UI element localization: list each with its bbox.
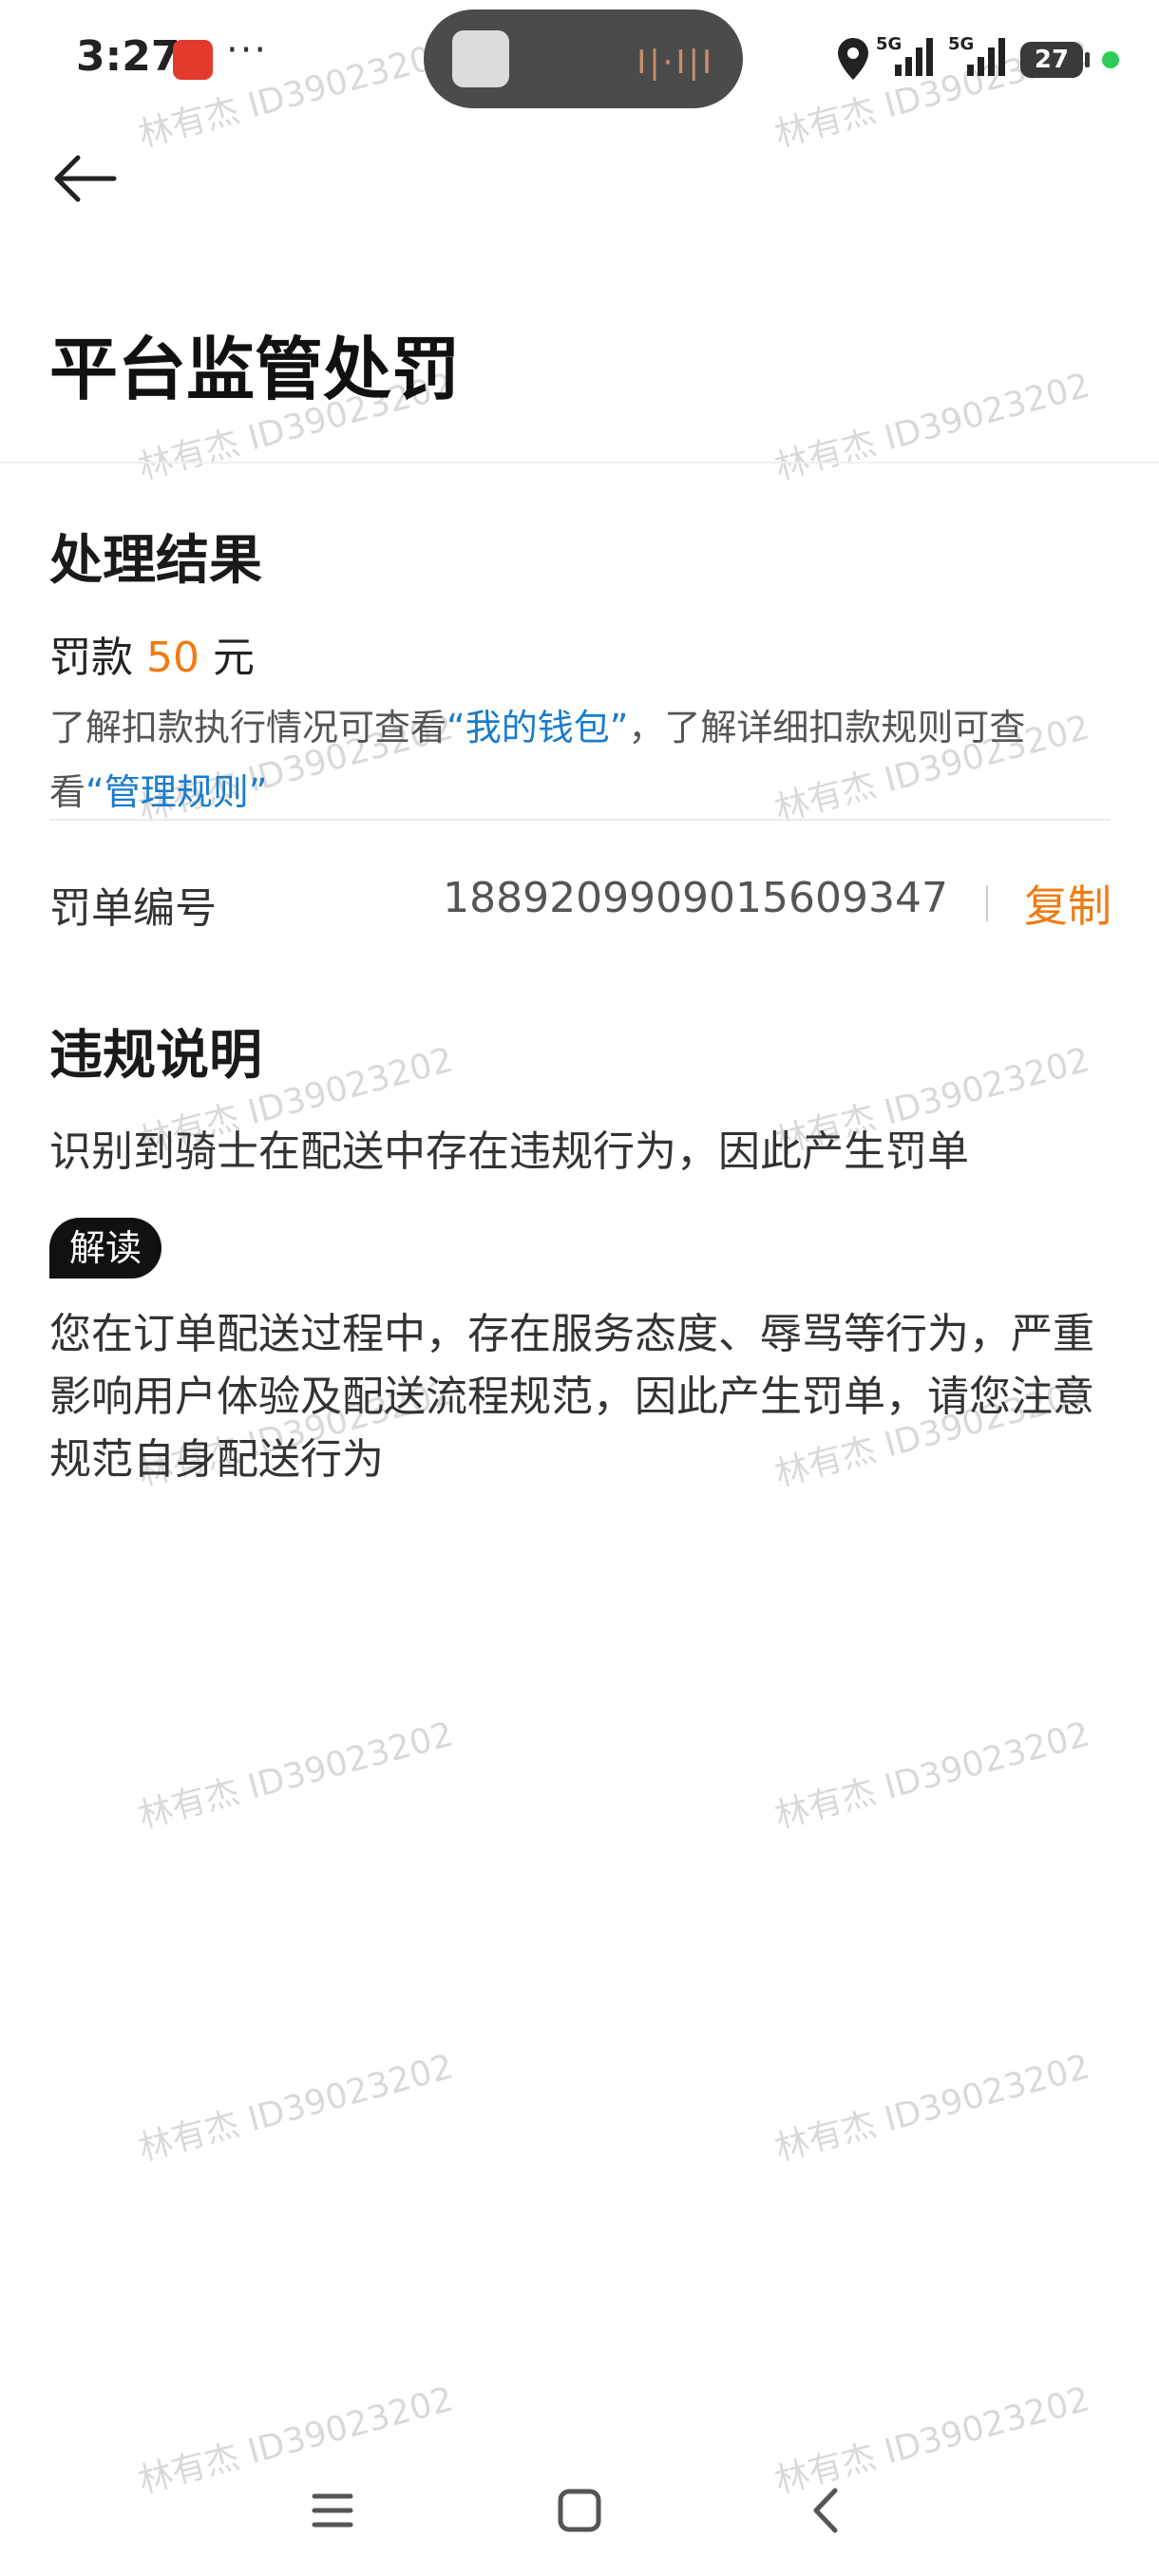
dynamic-island[interactable]: I|·I|I [424, 9, 743, 108]
interpretation-tag: 解读 [49, 1218, 162, 1279]
section-divider [49, 819, 1110, 821]
fine-amount-row: 罚款 50 元 [49, 623, 255, 684]
interpretation-text: 您在订单配送过程中，存在服务态度、辱骂等行为，严重影响用户体验及配送流程规范，因… [49, 1310, 1094, 1484]
page-title: 平台监管处罚 [49, 330, 461, 409]
status-bar: 3:27 ··· I|·I|I 5G 5G 27 [0, 0, 1159, 123]
battery-icon: 27 [1020, 42, 1083, 78]
violation-description: 识别到骑士在配送中存在违规行为，因此产生罚单 [49, 1127, 969, 1176]
menu-icon[interactable] [299, 2477, 366, 2544]
location-icon [838, 38, 868, 80]
privacy-indicator-dot [1102, 51, 1119, 68]
battery-tip [1085, 52, 1090, 67]
fine-unit: 元 [213, 634, 255, 682]
copy-button[interactable]: 复制 [1024, 872, 1112, 935]
watermark: 林有杰 ID39023202 [770, 2047, 1094, 2169]
system-nav-bar [0, 2432, 1159, 2576]
fine-prefix: 罚款 [49, 634, 133, 682]
app-notification-icon [173, 40, 213, 80]
signal-icon [967, 38, 1005, 76]
signal-icon [895, 38, 933, 76]
wallet-link[interactable]: “我的钱包” [446, 707, 628, 748]
order-number-label: 罚单编号 [49, 884, 217, 933]
watermark: 林有杰 ID39023202 [134, 1714, 458, 1837]
watermark: 林有杰 ID39023202 [134, 2047, 458, 2169]
audio-wave-icon: I|·I|I [636, 44, 714, 82]
back-icon[interactable] [793, 2477, 860, 2544]
fine-amount: 50 [146, 634, 200, 682]
home-icon[interactable] [546, 2477, 613, 2544]
copy-separator [986, 885, 988, 921]
deduction-note: 了解扣款执行情况可查看“我的钱包”，了解详细扣款规则可查看“管理规则” [49, 695, 1113, 824]
more-notifications-indicator: ··· [226, 28, 269, 72]
status-time: 3:27 [76, 32, 180, 81]
violation-section-title: 违规说明 [49, 1025, 262, 1087]
result-section-title: 处理结果 [49, 530, 262, 592]
order-number-value: 1889209909015609347 [443, 874, 948, 922]
arrow-left-icon[interactable] [49, 152, 118, 205]
media-thumbnail-icon [452, 30, 509, 87]
rules-link[interactable]: “管理规则” [86, 771, 267, 813]
watermark: 林有杰 ID39023202 [770, 1714, 1094, 1837]
header-divider [0, 462, 1159, 464]
note-part-1: 了解扣款执行情况可查看 [49, 707, 447, 748]
watermark: 林有杰 ID39023202 [770, 366, 1094, 488]
